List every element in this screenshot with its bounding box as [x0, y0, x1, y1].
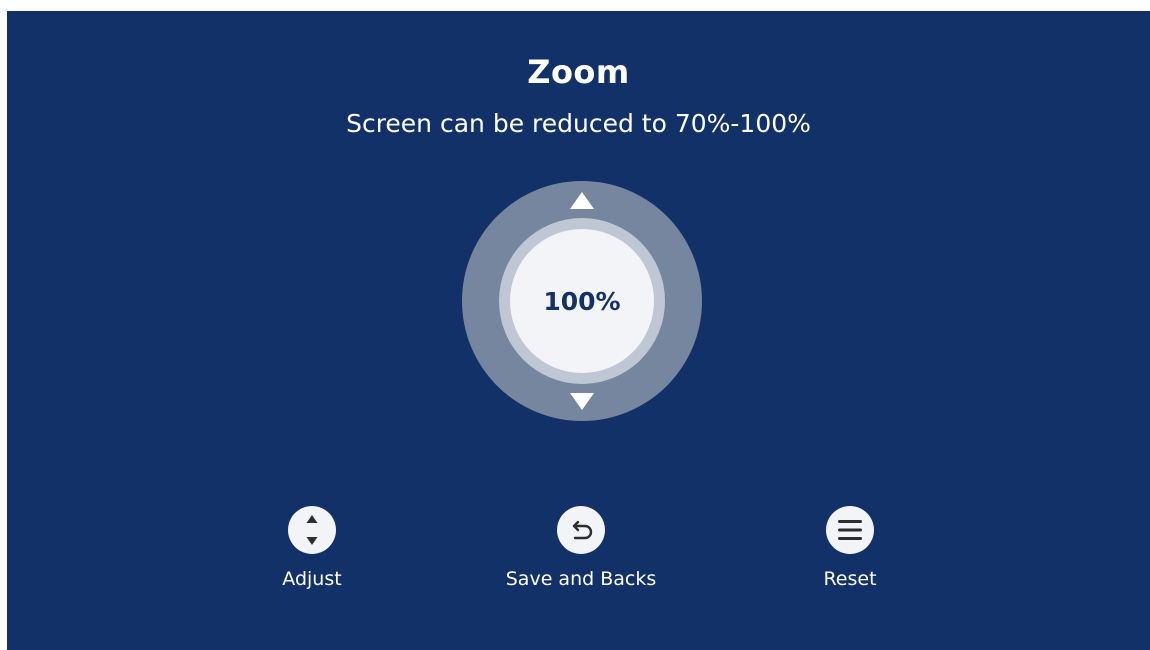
adjust-hint: Adjust	[202, 506, 422, 590]
up-down-icon[interactable]	[288, 506, 336, 554]
zoom-dial[interactable]: 100%	[462, 181, 702, 421]
zoom-screen: Zoom Screen can be reduced to 70%-100% 1…	[7, 11, 1150, 650]
zoom-increase-arrow-icon[interactable]	[570, 192, 594, 209]
zoom-range-description: Screen can be reduced to 70%-100%	[346, 109, 811, 138]
adjust-label: Adjust	[282, 568, 342, 590]
reset-hint: Reset	[740, 506, 960, 590]
zoom-value: 100%	[510, 229, 654, 373]
reset-label: Reset	[823, 568, 877, 590]
page-title: Zoom	[527, 53, 630, 91]
save-and-back-hint: Save and Backs	[471, 506, 691, 590]
zoom-decrease-arrow-icon[interactable]	[570, 393, 594, 410]
return-icon[interactable]	[557, 506, 605, 554]
save-and-back-label: Save and Backs	[505, 568, 657, 590]
menu-icon[interactable]	[826, 506, 874, 554]
zoom-dial-ring: 100%	[499, 218, 665, 384]
